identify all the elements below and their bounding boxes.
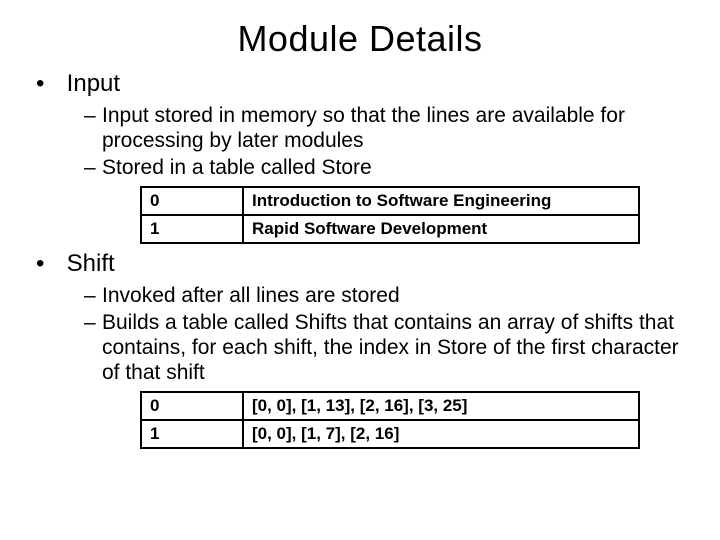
bullet-item: Invoked after all lines are stored [84,284,690,309]
table-row: 0 Introduction to Software Engineering [141,187,639,215]
bullet-list-level2: Invoked after all lines are stored Build… [30,284,690,385]
section-heading: Shift Invoked after all lines are stored… [30,250,690,449]
table-cell-index: 1 [141,215,243,243]
table-cell-index: 0 [141,392,243,420]
table-cell-value: Rapid Software Development [243,215,639,243]
table-cell-index: 0 [141,187,243,215]
table-cell-value: Introduction to Software Engineering [243,187,639,215]
bullet-item: Input stored in memory so that the lines… [84,104,690,154]
table-row: 0 [0, 0], [1, 13], [2, 16], [3, 25] [141,392,639,420]
table-cell-index: 1 [141,420,243,448]
section-heading-label: Shift [67,250,115,277]
bullet-list-level1: Input Input stored in memory so that the… [30,70,690,449]
section-heading-label: Input [67,70,120,97]
section-heading: Input Input stored in memory so that the… [30,70,690,244]
table-row: 1 [0, 0], [1, 7], [2, 16] [141,420,639,448]
shifts-table: 0 [0, 0], [1, 13], [2, 16], [3, 25] 1 [0… [140,391,640,449]
store-table: 0 Introduction to Software Engineering 1… [140,186,640,244]
slide: Module Details Input Input stored in mem… [0,0,720,540]
bullet-item: Stored in a table called Store [84,156,690,181]
bullet-list-level2: Input stored in memory so that the lines… [30,104,690,180]
table-cell-value: [0, 0], [1, 7], [2, 16] [243,420,639,448]
bullet-item: Builds a table called Shifts that contai… [84,311,690,385]
table-cell-value: [0, 0], [1, 13], [2, 16], [3, 25] [243,392,639,420]
page-title: Module Details [30,18,690,60]
table-row: 1 Rapid Software Development [141,215,639,243]
